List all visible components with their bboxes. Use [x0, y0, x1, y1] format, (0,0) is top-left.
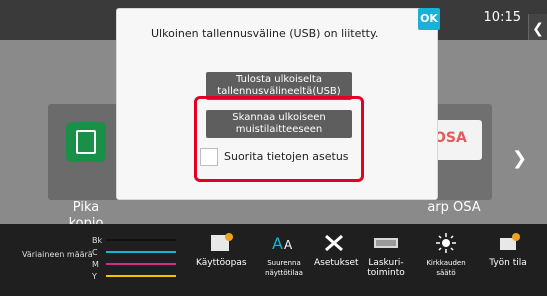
next-page-arrow[interactable]: ❯: [512, 148, 527, 169]
svg-text:A: A: [284, 238, 293, 252]
data-settings-checkbox[interactable]: [200, 148, 218, 166]
clock: 10:15: [483, 10, 521, 25]
app-tyon-tila[interactable]: Työn tila: [476, 232, 540, 268]
toner-bar: [106, 263, 176, 265]
app-laskuri[interactable]: Laskuri- toiminto: [364, 232, 408, 278]
screen: 10:15 ❮ Pika kopio OSA arp OSA ❯ Ulkoine…: [0, 0, 547, 296]
toner-label: M: [92, 260, 99, 269]
job-status-icon: [494, 232, 522, 254]
app-label: Asetukset: [314, 258, 359, 268]
svg-text:A: A: [272, 234, 283, 253]
app-label: Laskuri- toiminto: [367, 258, 405, 278]
osa-logo-text: OSA: [434, 130, 467, 146]
app-label: Käyttöopas: [196, 258, 247, 268]
toner-bar: [106, 239, 176, 241]
toner-label: C: [92, 248, 98, 257]
app-suurenna[interactable]: A A Suurenna näyttötilaa: [256, 232, 312, 278]
app-kayttoopas[interactable]: Käyttöopas: [196, 232, 247, 268]
toner-row-bk: Bk: [92, 236, 182, 246]
app-label: Työn tila: [489, 258, 527, 268]
app-label: Kirkkauden säätö: [426, 259, 466, 277]
scan-to-usb-button[interactable]: Skannaa ulkoiseen muistilaitteeseen: [206, 110, 352, 138]
tile-label: arp OSA: [427, 200, 481, 215]
chevron-left-icon: ❮: [532, 21, 544, 37]
data-settings-row[interactable]: Suorita tietojen asetus: [200, 146, 360, 170]
chevron-right-icon: ❯: [512, 148, 528, 169]
toner-bar: [106, 251, 176, 253]
toner-row-c: C: [92, 248, 182, 258]
toner-label: Bk: [92, 236, 103, 245]
manual-icon: [207, 232, 235, 254]
toner-bar: [106, 275, 176, 277]
data-settings-label: Suorita tietojen asetus: [224, 150, 349, 163]
app-label: Suurenna näyttötilaa: [265, 259, 303, 277]
toner-label: Y: [92, 272, 97, 281]
tile-pika-kopio[interactable]: Pika kopio: [48, 104, 124, 231]
brightness-icon: [432, 232, 460, 254]
toner-row-m: M: [92, 260, 182, 270]
counter-icon: [372, 232, 400, 254]
toner-title: Väriaineen määrä: [22, 250, 93, 259]
app-asetukset[interactable]: Asetukset: [314, 232, 359, 268]
app-kirkkaus[interactable]: Kirkkauden säätö: [424, 232, 468, 278]
toner-level: Väriaineen määrä Bk C M Y: [22, 236, 178, 284]
dialog-title: Ulkoinen tallennusväline (USB) on liitet…: [151, 27, 379, 40]
text-size-icon: A A: [270, 232, 298, 254]
copy-icon: [66, 122, 106, 162]
ok-button[interactable]: OK: [418, 8, 440, 30]
toner-row-y: Y: [92, 272, 182, 282]
settings-icon: [320, 232, 348, 254]
